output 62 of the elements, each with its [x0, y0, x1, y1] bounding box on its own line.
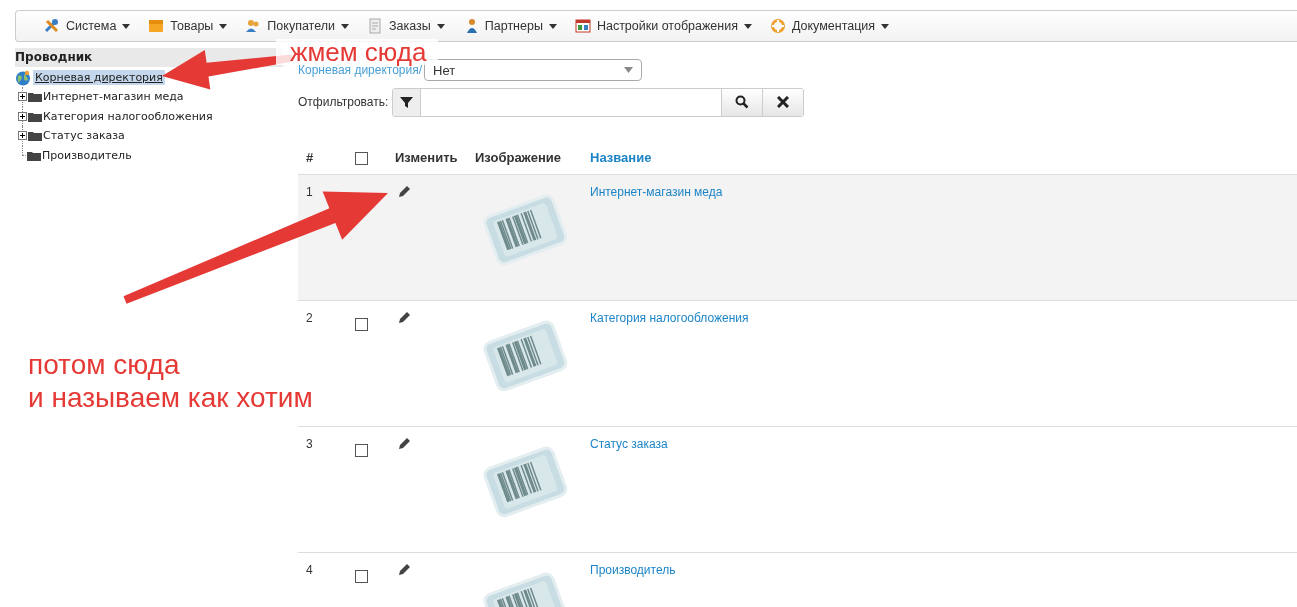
item-link[interactable]: Производитель — [590, 563, 676, 577]
annotation-text: жмем сюда — [276, 39, 439, 65]
item-link[interactable]: Статус заказа — [590, 437, 668, 451]
expand-icon[interactable] — [18, 111, 27, 121]
item-link[interactable]: Интернет-магазин меда — [590, 185, 723, 199]
menu-item[interactable]: Заказы — [367, 18, 445, 34]
tree-item[interactable]: Статус заказа — [42, 129, 126, 143]
item-link[interactable]: Категория налогообложения — [590, 311, 749, 325]
pencil-icon[interactable] — [397, 563, 411, 577]
row-checkbox[interactable] — [355, 444, 368, 457]
menu-item[interactable]: Покупатели — [245, 18, 349, 34]
document-icon — [367, 18, 383, 34]
expand-icon[interactable] — [18, 131, 27, 141]
clear-button[interactable] — [762, 88, 804, 116]
caret-icon — [436, 23, 445, 29]
row-checkbox[interactable] — [355, 570, 368, 583]
caret-icon — [743, 23, 752, 29]
row-number: 4 — [306, 563, 313, 577]
box-icon — [148, 18, 165, 34]
pencil-icon[interactable] — [397, 185, 411, 199]
menu-item[interactable]: Система — [44, 18, 131, 34]
tree-item[interactable]: Производитель — [41, 148, 133, 162]
caret-icon — [881, 23, 890, 29]
globe-icon — [15, 69, 31, 86]
menu-item[interactable]: Документация — [769, 18, 890, 34]
filter-label: Отфильтровать: — [298, 95, 389, 109]
row-number: 2 — [306, 311, 313, 325]
tools-icon — [44, 18, 60, 34]
pencil-icon[interactable] — [397, 311, 411, 325]
tree-root-item[interactable]: Корневая директория — [33, 70, 165, 85]
pencil-icon[interactable] — [397, 437, 411, 451]
column-header: Изменить — [395, 140, 475, 175]
caret-icon — [624, 67, 634, 73]
row-checkbox[interactable] — [355, 318, 368, 331]
caret-icon — [219, 23, 228, 29]
column-header[interactable]: Название — [590, 140, 1297, 175]
filter-icon — [400, 95, 414, 109]
lifebuoy-icon — [769, 18, 786, 34]
column-header: Изображение — [475, 140, 590, 175]
search-button[interactable] — [721, 88, 763, 116]
folder-icon — [28, 130, 42, 142]
close-icon — [777, 96, 790, 108]
menu-item[interactable]: Товары — [148, 18, 228, 34]
annotation-text: потом сюда и называем как хотим — [28, 348, 313, 414]
caret-icon — [341, 23, 349, 29]
caret-icon — [548, 23, 557, 29]
folder-icon — [28, 110, 42, 122]
row-number: 1 — [306, 185, 313, 199]
folder-icon — [27, 149, 41, 161]
select-all-checkbox[interactable] — [355, 152, 368, 165]
folder-icon — [28, 91, 42, 103]
menu-item[interactable]: Настройки отображения — [574, 18, 752, 34]
window-icon — [574, 18, 591, 34]
filter-field[interactable] — [392, 87, 805, 117]
select-value: Нет — [433, 62, 456, 78]
expand-icon[interactable] — [18, 92, 27, 102]
tree-item[interactable]: Интернет-магазин меда — [42, 90, 185, 104]
tree-item[interactable]: Категория налогообложения — [42, 109, 214, 123]
caret-icon — [122, 23, 131, 29]
menu-item[interactable]: Партнеры — [462, 18, 557, 34]
search-icon — [735, 95, 750, 109]
row-number: 3 — [306, 437, 313, 451]
